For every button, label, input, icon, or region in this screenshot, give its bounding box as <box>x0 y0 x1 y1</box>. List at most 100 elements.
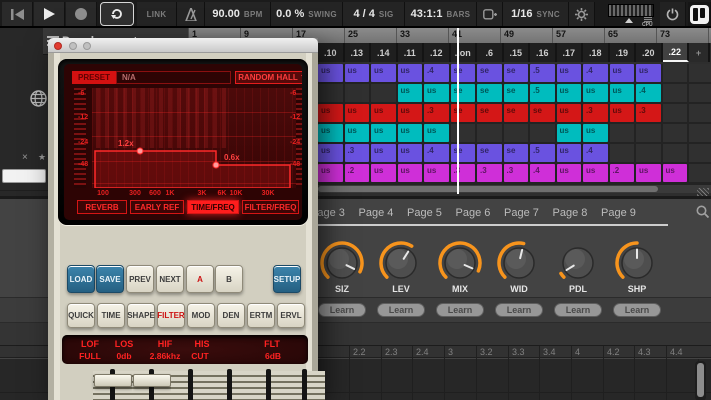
page-tab[interactable]: Page 6 <box>456 207 491 219</box>
scene-header[interactable]: .19 <box>609 43 636 62</box>
clip[interactable]: us <box>344 64 369 82</box>
macro-knob[interactable] <box>495 239 543 287</box>
clip[interactable]: us <box>397 164 422 182</box>
grid-cell[interactable] <box>477 124 504 144</box>
clip[interactable]: .4 <box>424 64 449 82</box>
grid-cell[interactable] <box>689 124 711 144</box>
audio-engine-power-button[interactable] <box>660 2 686 26</box>
preset-menu-dropdown[interactable]: RANDOM HALL <box>235 71 302 84</box>
scene-header[interactable]: .ion <box>450 43 477 62</box>
clip[interactable]: us <box>662 164 687 182</box>
setup-button[interactable]: SETUP <box>273 265 301 293</box>
library-tab[interactable] <box>30 90 47 112</box>
grid-cell[interactable] <box>662 124 689 144</box>
scene-header[interactable]: .18 <box>583 43 610 62</box>
count-in-button[interactable] <box>477 2 503 26</box>
clip[interactable]: us <box>318 104 343 122</box>
clip[interactable]: se <box>477 84 502 102</box>
clip[interactable]: se <box>503 144 528 162</box>
a-button[interactable]: A <box>186 265 214 293</box>
clip[interactable]: us <box>318 144 343 162</box>
clip[interactable]: us <box>318 124 343 142</box>
clip[interactable]: .3 <box>583 104 608 122</box>
scene-header[interactable]: .17 <box>556 43 583 62</box>
clip[interactable]: .4 <box>583 64 608 82</box>
clip[interactable]: us <box>583 124 608 142</box>
page-tab[interactable]: Page 5 <box>407 207 442 219</box>
search-input[interactable] <box>2 169 46 183</box>
display-tab[interactable]: REVERB <box>77 200 127 214</box>
clip[interactable]: us <box>371 64 396 82</box>
fader[interactable] <box>285 369 325 400</box>
clip[interactable]: se <box>477 104 502 122</box>
preset-name-field[interactable]: N/A <box>116 71 231 84</box>
den-button[interactable]: DEN <box>217 303 245 328</box>
clip[interactable]: .2 <box>344 164 369 182</box>
grid-cell[interactable] <box>318 84 345 104</box>
clip[interactable]: us <box>609 104 634 122</box>
clip[interactable]: us <box>371 124 396 142</box>
clip[interactable]: se <box>477 144 502 162</box>
signature-display[interactable]: 4 / 4 SIG <box>343 2 405 26</box>
scene-header[interactable]: .12 <box>424 43 451 62</box>
play-button[interactable] <box>34 2 65 26</box>
grid-cell[interactable] <box>689 144 711 164</box>
ervl-button[interactable]: ERVL <box>277 303 305 328</box>
scene-header[interactable]: .14 <box>371 43 398 62</box>
clip[interactable]: us <box>636 64 661 82</box>
clip[interactable]: se <box>450 64 475 82</box>
ruler-cell[interactable]: 57 <box>552 28 604 43</box>
clip[interactable]: us <box>424 124 449 142</box>
macro-knob[interactable] <box>436 239 484 287</box>
envelope-point-2[interactable] <box>212 161 220 169</box>
clip[interactable]: us <box>371 104 396 122</box>
grid-cell[interactable] <box>689 164 711 184</box>
scene-header[interactable]: .10 <box>318 43 345 62</box>
load-button[interactable]: LOAD <box>67 265 95 293</box>
clip[interactable]: se <box>450 84 475 102</box>
ruler-cell[interactable]: 33 <box>396 28 448 43</box>
swing-display[interactable]: 0.0 % SWING <box>271 2 343 26</box>
scene-header[interactable]: .20 <box>636 43 663 62</box>
vertical-scrollbar-handle[interactable] <box>697 363 704 397</box>
clip[interactable]: .3 <box>503 164 528 182</box>
clip[interactable]: us <box>424 84 449 102</box>
plugin-titlebar[interactable] <box>48 38 318 53</box>
grid-cell[interactable] <box>662 144 689 164</box>
clip[interactable]: se <box>503 64 528 82</box>
grid-cell[interactable] <box>636 124 663 144</box>
add-scene-button[interactable]: + <box>689 43 710 62</box>
go-to-start-button[interactable] <box>2 2 33 26</box>
clip[interactable]: .4 <box>530 164 555 182</box>
clip[interactable]: se <box>503 104 528 122</box>
clip[interactable]: .5 <box>530 64 555 82</box>
clip[interactable]: us <box>556 64 581 82</box>
grid-cell[interactable] <box>689 84 711 104</box>
learn-button[interactable]: Learn <box>495 303 543 317</box>
fader[interactable] <box>249 369 289 400</box>
clip[interactable]: .4 <box>424 144 449 162</box>
ni-logo-button[interactable] <box>688 2 711 26</box>
fader-handle[interactable] <box>94 374 132 387</box>
scene-header[interactable]: .22 <box>662 43 689 62</box>
clip[interactable]: us <box>424 164 449 182</box>
clip[interactable]: us <box>609 84 634 102</box>
loop-button[interactable] <box>100 2 134 26</box>
fader[interactable] <box>132 369 172 400</box>
clip[interactable]: .3 <box>344 144 369 162</box>
clip[interactable]: us <box>556 104 581 122</box>
page-tab[interactable]: Page 7 <box>504 207 539 219</box>
macro-knob[interactable] <box>377 239 425 287</box>
window-zoom-button[interactable] <box>83 41 91 50</box>
grid-cell[interactable] <box>636 144 663 164</box>
learn-button[interactable]: Learn <box>318 303 366 317</box>
time-freq-graph[interactable]: 1.2x 0.6x <box>92 88 296 188</box>
clip[interactable]: us <box>318 164 343 182</box>
clip[interactable]: us <box>397 64 422 82</box>
decay-envelope[interactable]: 1.2x 0.6x <box>92 88 296 188</box>
grid-cell[interactable] <box>530 124 557 144</box>
clip[interactable]: .3 <box>450 164 475 182</box>
favorite-icon[interactable]: ★ <box>38 152 46 163</box>
grid-cell[interactable] <box>689 104 711 124</box>
clip[interactable]: us <box>556 164 581 182</box>
